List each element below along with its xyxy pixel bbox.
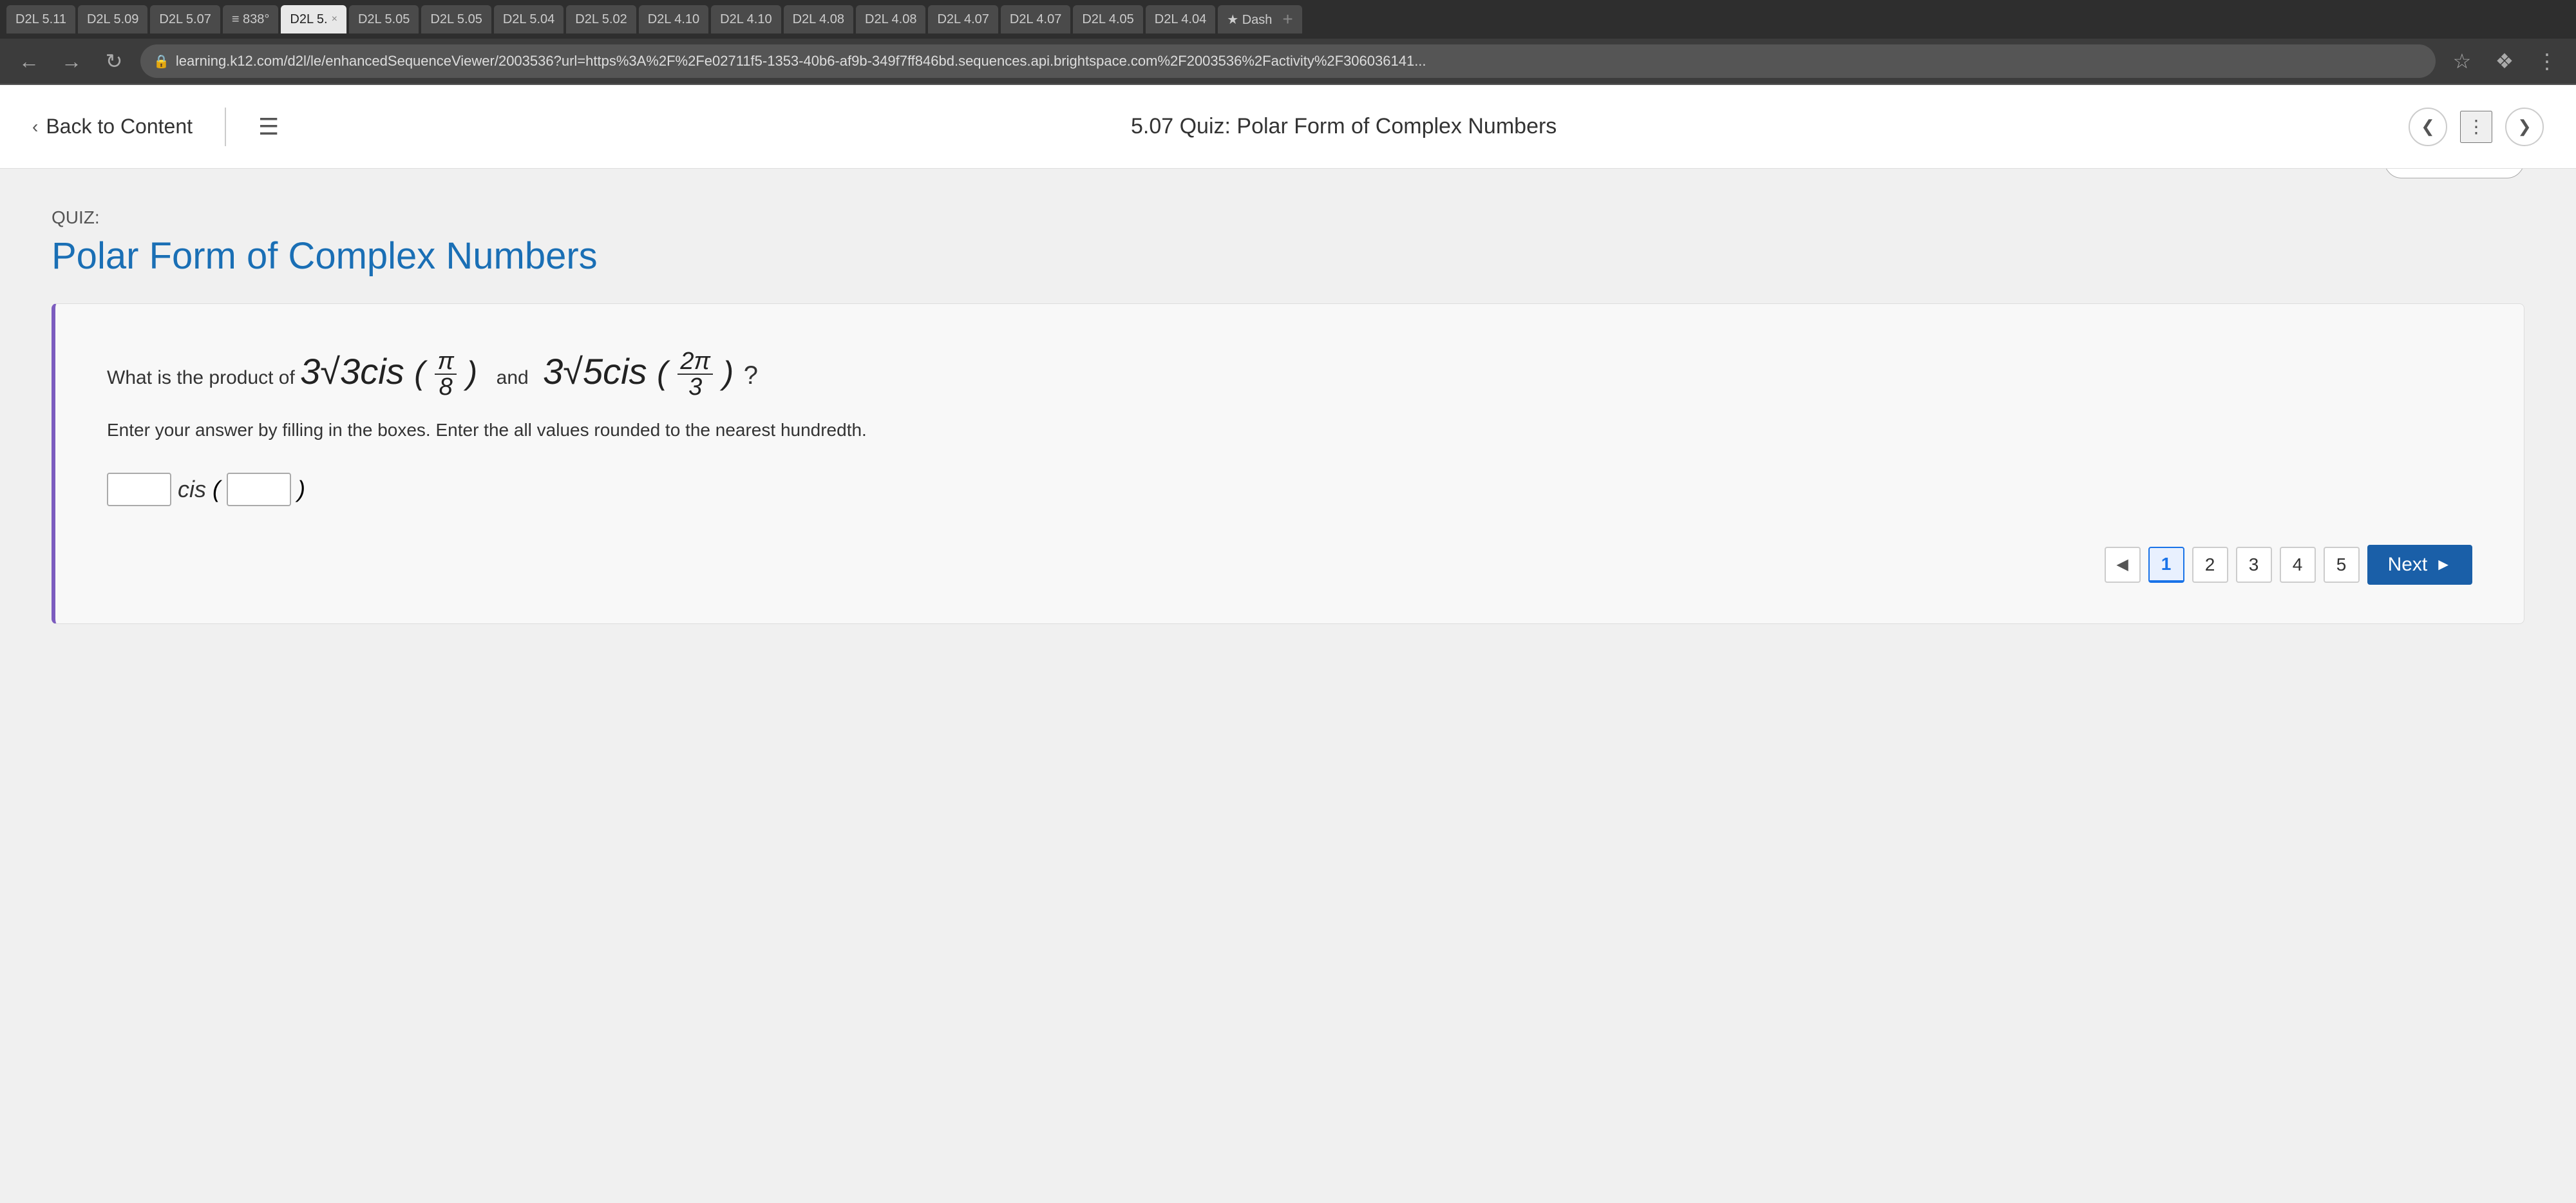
page-2-button[interactable]: 2	[2192, 547, 2228, 583]
tab-d2l-507[interactable]: D2L 5.07	[150, 5, 220, 33]
bookmark-button[interactable]: ☆	[2446, 45, 2478, 77]
next-label: Next	[2388, 554, 2428, 576]
close-tab-icon[interactable]: ×	[332, 14, 337, 25]
address-bar[interactable]: 🔒 learning.k12.com/d2l/le/enhancedSequen…	[140, 44, 2436, 78]
question-prefix: What is the product of	[107, 367, 295, 388]
page-3-label: 3	[2249, 554, 2259, 575]
tab-d2l-410b[interactable]: D2L 4.10	[711, 5, 781, 33]
tab-d2l-408b[interactable]: D2L 4.08	[856, 5, 925, 33]
answer-coefficient-input[interactable]	[107, 473, 171, 506]
question-suffix: ?	[744, 361, 758, 390]
page-1-button[interactable]: 1	[2148, 547, 2184, 583]
reading-btn-label: Reading Off	[2426, 169, 2508, 170]
page-5-button[interactable]: 5	[2324, 547, 2360, 583]
tab-label: D2L 5.02	[575, 12, 627, 27]
tab-label: D2L 5.09	[87, 12, 138, 27]
close-paren: )	[298, 476, 305, 503]
tab-label: D2L 5.05	[430, 12, 482, 27]
add-tab-icon[interactable]: +	[1282, 9, 1293, 30]
tab-d2l-505b[interactable]: D2L 5.05	[421, 5, 491, 33]
url-text: learning.k12.com/d2l/le/enhancedSequence…	[176, 53, 1426, 70]
tab-label: D2L 5.04	[503, 12, 554, 27]
page-3-button[interactable]: 3	[2236, 547, 2272, 583]
tab-label: D2L 5.11	[15, 12, 66, 27]
answer-angle-input[interactable]	[227, 473, 291, 506]
lock-icon: 🔒	[153, 53, 169, 70]
tab-838[interactable]: ≡ 838°	[223, 5, 279, 33]
tab-dash[interactable]: ★ Dash +	[1218, 5, 1302, 33]
reload-button[interactable]: ↻	[98, 45, 130, 77]
quiz-title: Polar Form of Complex Numbers	[52, 234, 2524, 278]
next-button[interactable]: Next ►	[2367, 545, 2472, 585]
extensions-button[interactable]: ❖	[2488, 45, 2521, 77]
tab-label: D2L 4.04	[1155, 12, 1206, 27]
tab-d2l-410a[interactable]: D2L 4.10	[639, 5, 708, 33]
question-text: What is the product of 3√3cis ( π 8 ) an…	[107, 343, 2472, 401]
headphones-icon: 🎧	[2400, 169, 2420, 170]
menu-button[interactable]: ⋮	[2531, 45, 2563, 77]
content-area: 🎧 Reading Off QUIZ: Polar Form of Comple…	[0, 169, 2576, 1203]
tab-label: D2L 4.10	[648, 12, 699, 27]
math-expression-1: 3√3cis ( π 8 )	[300, 351, 488, 392]
open-paren: (	[213, 476, 220, 503]
answer-row: cis ( )	[107, 473, 2472, 506]
pagination-row: ◀ 1 2 3 4 5 Next ►	[107, 545, 2472, 585]
prev-page-icon: ◀	[2116, 555, 2128, 574]
tab-d2l-405[interactable]: D2L 4.05	[1073, 5, 1142, 33]
tab-d2l-502[interactable]: D2L 5.02	[566, 5, 636, 33]
back-button[interactable]: ←	[13, 45, 45, 77]
hamburger-icon[interactable]: ☰	[258, 113, 279, 140]
quiz-label: QUIZ:	[52, 207, 2524, 228]
page-4-label: 4	[2293, 554, 2303, 575]
nav-divider	[225, 108, 226, 146]
back-to-content-link[interactable]: ‹ Back to Content	[32, 115, 193, 138]
cis-label: cis	[178, 476, 206, 503]
next-arrow-icon: ►	[2435, 554, 2452, 574]
tab-d2l-407b[interactable]: D2L 4.07	[1001, 5, 1070, 33]
tab-label: ≡ 838°	[232, 12, 270, 27]
tab-d2l-407a[interactable]: D2L 4.07	[928, 5, 998, 33]
prev-page-button[interactable]: ◀	[2105, 547, 2141, 583]
tab-label: D2L 5.05	[358, 12, 410, 27]
tab-d2l-408a[interactable]: D2L 4.08	[784, 5, 853, 33]
tab-d2l-505a[interactable]: D2L 5.05	[349, 5, 419, 33]
page-1-label: 1	[2161, 554, 2172, 574]
top-nav: ‹ Back to Content ☰ 5.07 Quiz: Polar For…	[0, 85, 2576, 169]
quiz-card: What is the product of 3√3cis ( π 8 ) an…	[52, 303, 2524, 624]
next-nav-button[interactable]: ❯	[2505, 108, 2544, 146]
page-title: 5.07 Quiz: Polar Form of Complex Numbers	[298, 114, 2389, 139]
tab-d2l-511[interactable]: D2L 5.11	[6, 5, 75, 33]
nav-right: ❮ ⋮ ❯	[2409, 108, 2544, 146]
tab-label: D2L 4.07	[937, 12, 989, 27]
more-options-button[interactable]: ⋮	[2460, 111, 2492, 143]
page-2-label: 2	[2205, 554, 2215, 575]
math-expression-2: 3√5cis ( 2π 3 )	[543, 351, 744, 392]
instructions: Enter your answer by filling in the boxe…	[107, 420, 2472, 440]
tab-d2l-509[interactable]: D2L 5.09	[78, 5, 147, 33]
back-chevron-icon: ‹	[32, 117, 38, 137]
tab-d2l-504[interactable]: D2L 5.04	[494, 5, 564, 33]
tab-label: D2L 4.10	[720, 12, 772, 27]
back-to-content-label: Back to Content	[46, 115, 193, 138]
forward-button[interactable]: →	[55, 45, 88, 77]
page-4-button[interactable]: 4	[2280, 547, 2316, 583]
tab-label: D2L 4.05	[1082, 12, 1133, 27]
prev-nav-button[interactable]: ❮	[2409, 108, 2447, 146]
tab-label: D2L 4.08	[865, 12, 916, 27]
tab-label: D2L 4.08	[793, 12, 844, 27]
tab-label: D2L 4.07	[1010, 12, 1061, 27]
page-5-label: 5	[2336, 554, 2347, 575]
question-and: and	[497, 367, 529, 388]
tab-d2l-404[interactable]: D2L 4.04	[1146, 5, 1215, 33]
tab-label: ★ Dash	[1227, 12, 1272, 28]
tab-label: D2L 5.	[290, 12, 327, 27]
tab-active[interactable]: D2L 5. ×	[281, 5, 346, 33]
tab-label: D2L 5.07	[159, 12, 211, 27]
reading-mode-button[interactable]: 🎧 Reading Off	[2384, 169, 2524, 178]
